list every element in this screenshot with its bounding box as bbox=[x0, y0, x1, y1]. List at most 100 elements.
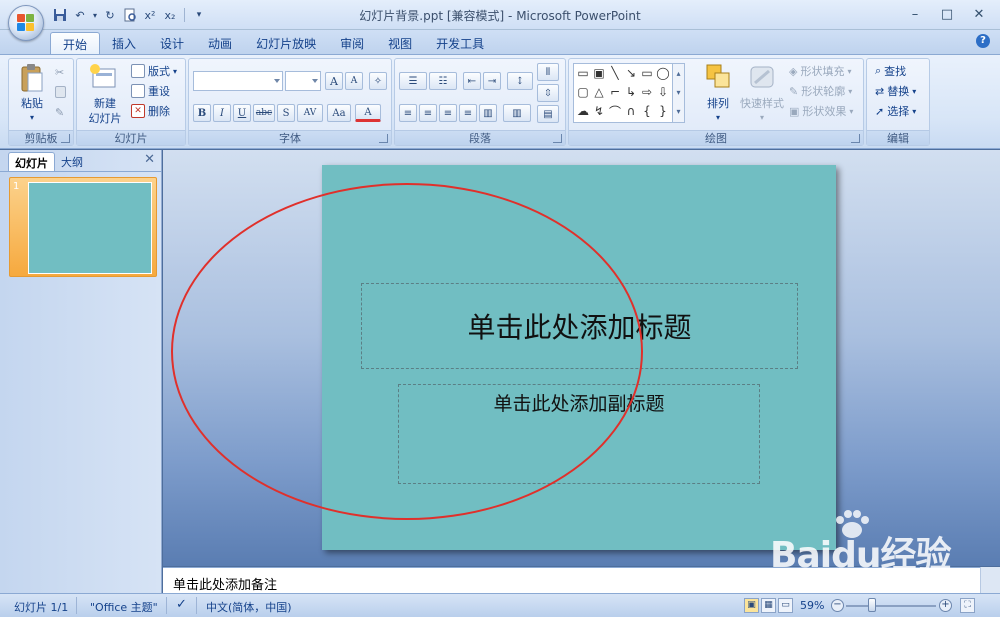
subtitle-placeholder[interactable]: 单击此处添加副标题 bbox=[398, 384, 760, 484]
tab-review[interactable]: 审阅 bbox=[328, 32, 376, 54]
fit-to-window-button[interactable]: ⛶ bbox=[960, 598, 975, 613]
clipboard-dialog-launcher[interactable] bbox=[61, 134, 70, 143]
bullets-button[interactable]: ☰ bbox=[399, 72, 427, 90]
shrink-font-button[interactable]: A bbox=[345, 72, 363, 90]
shape-effects-button[interactable]: ▣ 形状效果 ▾ bbox=[789, 102, 853, 120]
clear-format-button[interactable]: ✧ bbox=[369, 72, 387, 90]
italic-button[interactable]: I bbox=[213, 104, 231, 122]
slide-sorter-button[interactable]: ▦ bbox=[761, 598, 776, 613]
arrow-line-shape-icon[interactable]: ↘ bbox=[624, 66, 638, 80]
shape-fill-button[interactable]: ◈ 形状填充 ▾ bbox=[789, 62, 851, 80]
tab-slideshow[interactable]: 幻灯片放映 bbox=[244, 32, 328, 54]
tab-design[interactable]: 设计 bbox=[148, 32, 196, 54]
align-text-button[interactable]: ⇳ bbox=[537, 84, 559, 102]
new-slide-label-2[interactable]: 幻灯片 bbox=[81, 112, 129, 126]
right-brace-shape-icon[interactable]: } bbox=[656, 104, 670, 118]
spellcheck-icon[interactable]: ✓ bbox=[176, 597, 187, 612]
tab-animations[interactable]: 动画 bbox=[196, 32, 244, 54]
drawing-dialog-launcher[interactable] bbox=[851, 134, 860, 143]
find-button[interactable]: ⌕ 查找 bbox=[875, 62, 906, 80]
title-placeholder[interactable]: 单击此处添加标题 bbox=[361, 283, 798, 369]
slideshow-view-button[interactable]: ▭ bbox=[778, 598, 793, 613]
replace-button[interactable]: ⇄ 替换 ▾ bbox=[875, 82, 916, 100]
increase-indent-button[interactable]: ⇥ bbox=[483, 72, 501, 90]
format-painter-icon[interactable]: ✎ bbox=[55, 103, 64, 121]
triangle-shape-icon[interactable]: △ bbox=[592, 85, 606, 99]
quick-styles-button[interactable]: 快速样式 bbox=[737, 97, 787, 111]
zoom-slider-thumb[interactable] bbox=[868, 598, 876, 612]
decrease-indent-button[interactable]: ⇤ bbox=[463, 72, 481, 90]
lightning-shape-icon[interactable]: ↯ bbox=[592, 104, 606, 118]
help-icon[interactable]: ? bbox=[976, 34, 990, 48]
distributed-button[interactable]: ▥ bbox=[479, 104, 497, 122]
zoom-out-button[interactable]: − bbox=[831, 599, 844, 612]
text-direction-button[interactable]: ⫴ bbox=[537, 63, 559, 81]
curve-shape-icon[interactable]: ∩ bbox=[624, 104, 638, 118]
zoom-slider-track[interactable] bbox=[846, 605, 936, 607]
select-button[interactable]: ➚ 选择 ▾ bbox=[875, 102, 916, 120]
zoom-level[interactable]: 59% bbox=[800, 599, 824, 612]
normal-view-button[interactable]: ▣ bbox=[744, 598, 759, 613]
office-button[interactable] bbox=[8, 5, 44, 41]
align-left-button[interactable]: ≡ bbox=[399, 104, 417, 122]
left-brace-shape-icon[interactable]: { bbox=[640, 104, 654, 118]
cut-icon[interactable]: ✂ bbox=[55, 63, 64, 81]
strikethrough-button[interactable]: abc bbox=[253, 104, 275, 122]
line-spacing-button[interactable]: ↕ bbox=[507, 72, 533, 90]
font-dialog-launcher[interactable] bbox=[379, 134, 388, 143]
vtextbox-shape-icon[interactable]: ▣ bbox=[592, 66, 606, 80]
justify-button[interactable]: ≡ bbox=[459, 104, 477, 122]
slide-canvas[interactable]: 单击此处添加标题 单击此处添加副标题 bbox=[322, 165, 836, 550]
rounded-rect-shape-icon[interactable]: ▢ bbox=[576, 85, 590, 99]
oval-shape-icon[interactable]: ◯ bbox=[656, 66, 670, 80]
copy-icon[interactable] bbox=[55, 83, 66, 101]
maximize-button[interactable]: □ bbox=[932, 4, 962, 24]
columns-button[interactable]: ▥ bbox=[503, 104, 531, 122]
new-slide-icon[interactable] bbox=[89, 63, 117, 89]
font-name-combo[interactable] bbox=[193, 71, 283, 91]
close-button[interactable]: ✕ bbox=[964, 4, 994, 24]
slide-thumbnail-selected[interactable]: 1 bbox=[9, 177, 157, 277]
quick-styles-dropdown-icon[interactable]: ▾ bbox=[757, 111, 767, 125]
arc-shape-icon[interactable]: ⌒ bbox=[608, 104, 622, 119]
grow-font-button[interactable]: A bbox=[325, 72, 343, 90]
paste-button[interactable]: 粘贴 bbox=[17, 97, 47, 111]
font-size-combo[interactable] bbox=[285, 71, 321, 91]
delete-button[interactable]: ✕ 删除 bbox=[131, 102, 170, 120]
arrange-icon[interactable] bbox=[705, 63, 733, 91]
tab-slides[interactable]: 幻灯片 bbox=[8, 152, 55, 171]
bold-button[interactable]: B bbox=[193, 104, 211, 122]
language-status[interactable]: 中文(简体，中国) bbox=[206, 599, 292, 615]
shadow-button[interactable]: S bbox=[277, 104, 295, 122]
minimize-button[interactable]: – bbox=[900, 4, 930, 24]
textbox-shape-icon[interactable]: ▭ bbox=[576, 66, 590, 80]
smartart-button[interactable]: ▤ bbox=[537, 105, 559, 123]
shapes-scroll[interactable]: ▴ ▾ ▾ bbox=[672, 64, 684, 122]
tab-insert[interactable]: 插入 bbox=[100, 32, 148, 54]
shapes-gallery[interactable]: ▭ ▣ ╲ ↘ ▭ ◯ ▢ △ ⌐ ↳ ⇨ ⇩ ☁ ↯ ⌒ ∩ { } ▴ ▾ ▾ bbox=[573, 63, 685, 123]
zoom-in-button[interactable]: + bbox=[939, 599, 952, 612]
align-right-button[interactable]: ≡ bbox=[439, 104, 457, 122]
elbow-connector-icon[interactable]: ⌐ bbox=[608, 85, 622, 99]
numbering-button[interactable]: ☷ bbox=[429, 72, 457, 90]
char-spacing-button[interactable]: AV bbox=[297, 104, 323, 122]
reset-button[interactable]: 重设 bbox=[131, 82, 170, 100]
layout-button[interactable]: 版式 ▾ bbox=[131, 62, 177, 80]
notes-scrollbar[interactable] bbox=[980, 567, 1000, 593]
shape-outline-button[interactable]: ✎ 形状轮廓 ▾ bbox=[789, 82, 852, 100]
paste-icon[interactable] bbox=[19, 63, 45, 93]
elbow-arrow-icon[interactable]: ↳ bbox=[624, 85, 638, 99]
underline-button[interactable]: U bbox=[233, 104, 251, 122]
paragraph-dialog-launcher[interactable] bbox=[553, 134, 562, 143]
tab-view[interactable]: 视图 bbox=[376, 32, 424, 54]
new-slide-label-1[interactable]: 新建 bbox=[85, 97, 125, 111]
arrange-button[interactable]: 排列 bbox=[703, 97, 733, 111]
tab-outline[interactable]: 大纲 bbox=[55, 152, 89, 171]
align-center-button[interactable]: ≡ bbox=[419, 104, 437, 122]
paste-dropdown-icon[interactable]: ▾ bbox=[27, 111, 37, 125]
quick-styles-icon[interactable] bbox=[749, 63, 775, 91]
right-arrow-shape-icon[interactable]: ⇨ bbox=[640, 85, 654, 99]
slide-thumbnail[interactable] bbox=[28, 182, 152, 274]
callout-shape-icon[interactable]: ☁ bbox=[576, 104, 590, 118]
font-color-button[interactable]: A bbox=[355, 104, 381, 122]
